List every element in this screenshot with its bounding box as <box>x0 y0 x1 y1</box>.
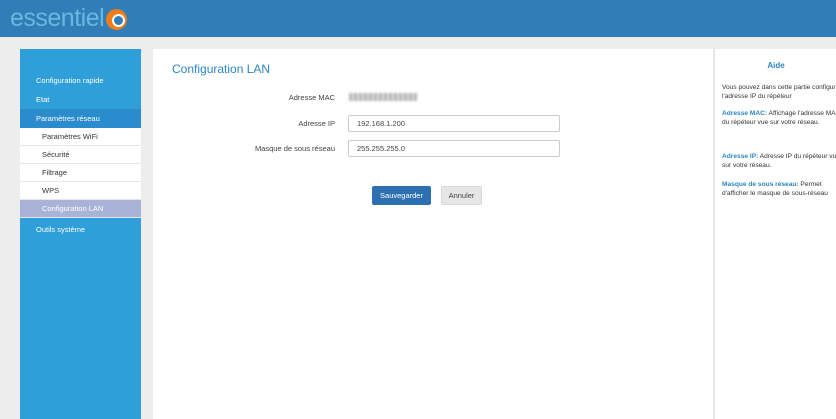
sidebar-header <box>20 49 141 71</box>
sidebar-subitem-configuration-lan[interactable]: Configuration LAN <box>20 200 141 218</box>
save-button[interactable]: Sauvegarder <box>372 186 431 205</box>
sidebar: Configuration rapide Etat Paramètres rés… <box>20 49 141 419</box>
main-panel: Configuration LAN Adresse MAC Adresse IP… <box>153 49 713 419</box>
sidebar-item-outils-systeme[interactable]: Outils système <box>20 220 141 239</box>
ip-label: Adresse IP <box>298 119 335 128</box>
sidebar-subitem-parametres-wifi[interactable]: Paramètres WiFi <box>20 128 141 146</box>
cancel-button[interactable]: Annuler <box>441 186 482 205</box>
help-mask: Masque de sous réseau: Permet d'afficher… <box>722 180 836 198</box>
sidebar-item-etat[interactable]: Etat <box>20 90 141 109</box>
mac-label: Adresse MAC <box>288 93 335 102</box>
mac-value-blurred <box>349 93 417 101</box>
page-title: Configuration LAN <box>172 62 271 76</box>
help-mask-term: Masque de sous réseau: <box>722 181 799 188</box>
help-mac: Adresse MAC: Affichage l'adresse MAC du … <box>722 109 836 127</box>
ip-address-input[interactable] <box>348 115 560 132</box>
subnet-mask-input[interactable] <box>348 140 560 157</box>
help-title: Aide <box>767 61 785 70</box>
brand-logo[interactable]: essentiel <box>10 4 128 32</box>
help-intro: Vous pouvez dans cette partie configurer… <box>722 84 836 100</box>
help-mac-term: Adresse MAC: <box>722 110 768 117</box>
top-bar: essentiel <box>0 0 836 37</box>
help-ip: Adresse IP: Adresse IP du répéteur vue s… <box>722 152 836 170</box>
sidebar-item-parametres-reseau[interactable]: Paramètres réseau <box>20 109 141 128</box>
help-panel: Aide Vous pouvez dans cette partie confi… <box>714 49 836 419</box>
mask-label: Masque de sous réseau <box>254 144 335 153</box>
sidebar-subitem-wps[interactable]: WPS <box>20 182 141 200</box>
help-ip-term: Adresse IP: <box>722 153 759 160</box>
logo-text: essentiel <box>10 4 105 32</box>
logo-badge-icon <box>106 8 128 30</box>
sidebar-subitem-securite[interactable]: Sécurité <box>20 146 141 164</box>
sidebar-subitem-filtrage[interactable]: Filtrage <box>20 164 141 182</box>
sidebar-item-configuration-rapide[interactable]: Configuration rapide <box>20 71 141 90</box>
